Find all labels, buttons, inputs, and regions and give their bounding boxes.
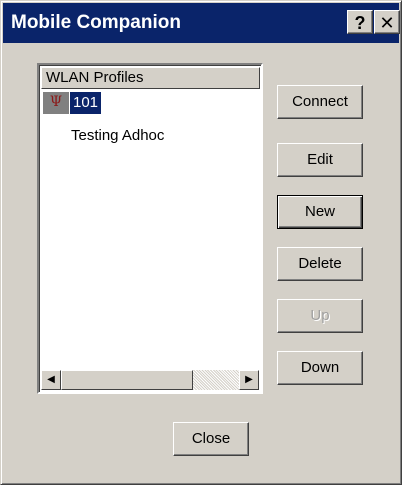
title-bar[interactable]: Mobile Companion ? ✕ [3, 3, 400, 43]
horizontal-scrollbar[interactable]: ◀ ▶ [41, 370, 259, 390]
close-window-button[interactable]: ✕ [374, 10, 400, 34]
window-title: Mobile Companion [11, 12, 181, 33]
wlan-profiles-list[interactable]: WLAN Profiles Ψ 101 Testing Adhoc ◀ ▶ [37, 63, 263, 394]
mobile-companion-dialog: Mobile Companion ? ✕ WLAN Profiles Ψ 101… [0, 0, 402, 485]
scroll-left-arrow-icon[interactable]: ◀ [41, 370, 61, 390]
list-item-label: 101 [70, 92, 102, 114]
scroll-right-arrow-icon[interactable]: ▶ [239, 370, 259, 390]
column-header-wlan-profiles[interactable]: WLAN Profiles [41, 67, 260, 89]
list-item-label: Testing Adhoc [71, 127, 165, 144]
new-button[interactable]: New [277, 195, 363, 229]
scrollbar-thumb[interactable] [61, 370, 193, 390]
delete-button[interactable]: Delete [277, 247, 363, 281]
help-button[interactable]: ? [347, 10, 373, 34]
connect-button[interactable]: Connect [277, 85, 363, 119]
down-button[interactable]: Down [277, 351, 363, 385]
close-button[interactable]: Close [173, 422, 249, 456]
scrollbar-track[interactable] [193, 370, 239, 390]
antenna-icon: Ψ [43, 92, 69, 114]
up-button[interactable]: Up [277, 299, 363, 333]
edit-button[interactable]: Edit [277, 143, 363, 177]
